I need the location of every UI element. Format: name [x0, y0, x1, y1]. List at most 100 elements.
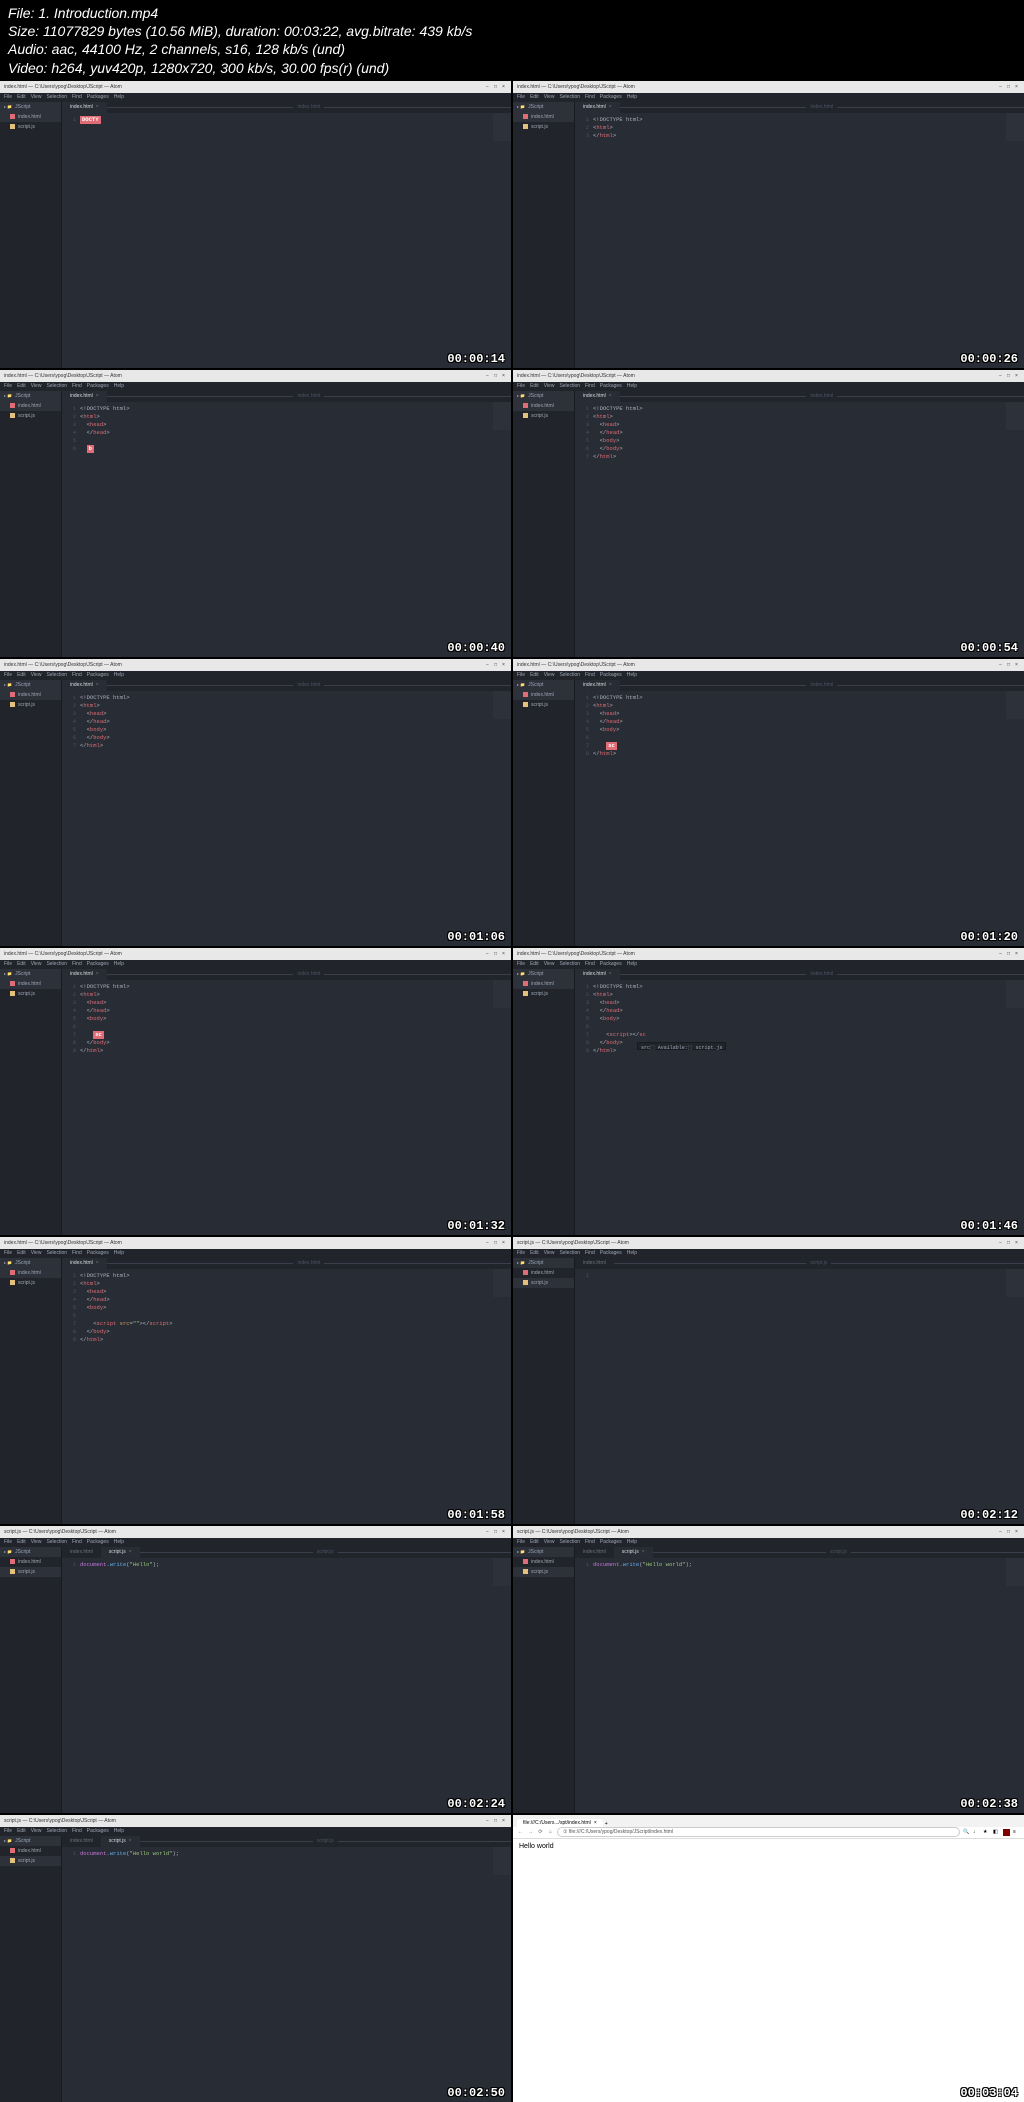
menu-edit[interactable]: Edit: [530, 94, 539, 100]
tree-root[interactable]: JScript: [513, 969, 574, 979]
window-controls[interactable]: −□×: [999, 84, 1020, 89]
editor-pane[interactable]: index.html× index.html 123456789 <!DOCTY…: [62, 969, 511, 1235]
menu-selection[interactable]: Selection: [559, 1250, 580, 1256]
menu-view[interactable]: View: [31, 1539, 42, 1545]
tree-view[interactable]: JScript index.htmlscript.js: [0, 1258, 62, 1524]
tree-root[interactable]: JScript: [513, 102, 574, 112]
code-content[interactable]: <!DOCTYPE html><html></html>: [593, 116, 1024, 365]
menu-selection[interactable]: Selection: [46, 961, 67, 967]
tree-file-script[interactable]: script.js: [513, 411, 574, 421]
tree-view[interactable]: JScript index.htmlscript.js: [513, 391, 575, 657]
close-icon[interactable]: ×: [96, 682, 99, 688]
menu-packages[interactable]: Packages: [87, 961, 109, 967]
code-content[interactable]: document.write("Hello world");: [80, 1850, 511, 2099]
code-editor[interactable]: 123456789 <!DOCTYPE html><html> <head> <…: [62, 980, 511, 1235]
menu-packages[interactable]: Packages: [87, 383, 109, 389]
tab-index[interactable]: index.html×: [62, 391, 107, 402]
tab-script[interactable]: script.js×: [101, 1836, 140, 1847]
menubar[interactable]: FileEditViewSelectionFindPackagesHelp: [0, 671, 511, 680]
tab-bar[interactable]: index.htmlscript.js× script.js: [62, 1547, 511, 1558]
menu-selection[interactable]: Selection: [559, 672, 580, 678]
menu-view[interactable]: View: [544, 1250, 555, 1256]
menu-edit[interactable]: Edit: [530, 961, 539, 967]
menu-file[interactable]: File: [4, 94, 12, 100]
menu-selection[interactable]: Selection: [559, 1539, 580, 1545]
menu-view[interactable]: View: [544, 1539, 555, 1545]
window-controls[interactable]: −□×: [999, 1529, 1020, 1534]
menu-packages[interactable]: Packages: [87, 1250, 109, 1256]
tab-bar[interactable]: index.html× index.html: [575, 391, 1024, 402]
menu-selection[interactable]: Selection: [46, 383, 67, 389]
tree-root[interactable]: JScript: [0, 1258, 61, 1268]
code-content[interactable]: document.write("Hello");: [80, 1561, 511, 1810]
window-controls[interactable]: −□×: [486, 1818, 507, 1823]
tab-index[interactable]: index.html×: [575, 969, 620, 980]
menu-help[interactable]: Help: [627, 961, 637, 967]
window-controls[interactable]: −□×: [486, 373, 507, 378]
tree-file-index[interactable]: index.html: [0, 1268, 61, 1278]
menu-packages[interactable]: Packages: [600, 383, 622, 389]
ext-icon[interactable]: ◧: [993, 1829, 1000, 1836]
bookmark-icon[interactable]: ★: [983, 1829, 990, 1836]
tree-file-script[interactable]: script.js: [0, 122, 61, 132]
editor-pane[interactable]: index.htmlscript.js× script.js 1 documen…: [575, 1547, 1024, 1813]
code-content[interactable]: <!DOCTYPE html><html> <head> </head> <bo…: [80, 694, 511, 943]
menubar[interactable]: FileEditViewSelectionFindPackagesHelp: [0, 93, 511, 102]
code-editor[interactable]: 1 DOCTY: [62, 113, 511, 368]
menubar[interactable]: FileEditViewSelectionFindPackagesHelp: [513, 93, 1024, 102]
menu-view[interactable]: View: [544, 94, 555, 100]
menu-packages[interactable]: Packages: [87, 1539, 109, 1545]
tree-root[interactable]: JScript: [513, 1547, 574, 1557]
close-icon[interactable]: ×: [129, 1838, 132, 1844]
close-icon[interactable]: ×: [96, 971, 99, 977]
menu-find[interactable]: Find: [72, 1250, 82, 1256]
tree-root[interactable]: JScript: [0, 102, 61, 112]
tree-root[interactable]: JScript: [513, 391, 574, 401]
code-editor[interactable]: 12345678 <!DOCTYPE html><html> <head> </…: [575, 691, 1024, 946]
menu-edit[interactable]: Edit: [17, 94, 26, 100]
tab-script[interactable]: script.js×: [614, 1547, 653, 1558]
editor-pane[interactable]: index.htmlscript.js× script.js 1 documen…: [62, 1836, 511, 2102]
menu-file[interactable]: File: [517, 961, 525, 967]
tree-file-index[interactable]: index.html: [513, 112, 574, 122]
menu-find[interactable]: Find: [72, 1539, 82, 1545]
menu-file[interactable]: File: [517, 94, 525, 100]
tree-file-script[interactable]: script.js: [513, 700, 574, 710]
tree-file-index[interactable]: index.html: [513, 1557, 574, 1567]
tab-bar[interactable]: index.html× index.html: [62, 391, 511, 402]
menu-icon[interactable]: ≡: [1013, 1829, 1020, 1836]
window-controls[interactable]: −□×: [999, 373, 1020, 378]
menu-edit[interactable]: Edit: [530, 1539, 539, 1545]
menu-selection[interactable]: Selection: [46, 1539, 67, 1545]
menubar[interactable]: FileEditViewSelectionFindPackagesHelp: [513, 1538, 1024, 1547]
tab-bar[interactable]: index.html script.js: [575, 1258, 1024, 1269]
menu-help[interactable]: Help: [114, 672, 124, 678]
menu-edit[interactable]: Edit: [17, 672, 26, 678]
menu-file[interactable]: File: [517, 1250, 525, 1256]
close-icon[interactable]: ×: [609, 682, 612, 688]
close-icon[interactable]: ×: [609, 393, 612, 399]
menu-edit[interactable]: Edit: [17, 961, 26, 967]
menu-edit[interactable]: Edit: [17, 1539, 26, 1545]
tab-index[interactable]: index.html×: [575, 391, 620, 402]
code-editor[interactable]: 123456789 <!DOCTYPE html><html> <head> <…: [62, 1269, 511, 1524]
browser-tabbar[interactable]: file:///C:/Users.../spt/index.html× +: [513, 1815, 1024, 1827]
menu-selection[interactable]: Selection: [46, 1250, 67, 1256]
menu-edit[interactable]: Edit: [17, 1250, 26, 1256]
code-editor[interactable]: 1 document.write("Hello world");: [575, 1558, 1024, 1813]
tab-index[interactable]: index.html: [575, 1258, 614, 1269]
code-content[interactable]: <!DOCTYPE html><html> <head> </head> <bo…: [80, 983, 511, 1232]
menubar[interactable]: FileEditViewSelectionFindPackagesHelp: [0, 1249, 511, 1258]
tree-root[interactable]: JScript: [0, 1547, 61, 1557]
editor-pane[interactable]: index.html× index.html 1 DOCTY: [62, 102, 511, 368]
menu-packages[interactable]: Packages: [600, 961, 622, 967]
menu-find[interactable]: Find: [72, 94, 82, 100]
menu-view[interactable]: View: [31, 94, 42, 100]
browser-tab[interactable]: file:///C:/Users.../spt/index.html×: [517, 1819, 603, 1827]
menu-view[interactable]: View: [31, 1828, 42, 1834]
menubar[interactable]: FileEditViewSelectionFindPackagesHelp: [513, 382, 1024, 391]
tree-view[interactable]: JScript index.htmlscript.js: [513, 102, 575, 368]
menu-packages[interactable]: Packages: [87, 94, 109, 100]
editor-pane[interactable]: index.html× index.html 12345678 <!DOCTYP…: [575, 680, 1024, 946]
menu-packages[interactable]: Packages: [87, 672, 109, 678]
